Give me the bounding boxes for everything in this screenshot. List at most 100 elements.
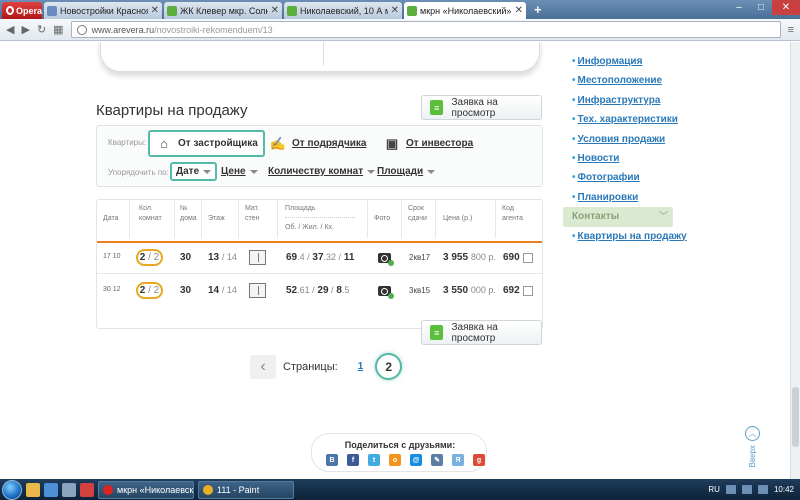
sidebar-item-info[interactable]: • Информация <box>563 52 673 71</box>
header-separator <box>201 200 202 238</box>
bullet-icon: • <box>572 230 576 242</box>
sidebar-item-location[interactable]: • Местоположение <box>563 71 673 90</box>
tab-title: ЖК Клевер мкр. Солнеч… <box>180 5 268 16</box>
sidebar-item-infrastructure[interactable]: • Инфраструктура <box>563 91 673 110</box>
sidebar-item-sale-terms[interactable]: • Условия продажи <box>563 130 673 149</box>
reload-icon[interactable]: ↻ <box>37 23 46 36</box>
sort-by-area[interactable]: Площади <box>377 162 436 181</box>
header-separator <box>238 200 239 238</box>
tab-title: Новостройки Красноярс… <box>60 5 148 16</box>
tab-close-icon[interactable]: ✕ <box>271 5 279 16</box>
tray-icon[interactable] <box>725 485 736 494</box>
clock[interactable]: 10:42 <box>774 485 794 494</box>
browser-tab-2[interactable]: ЖК Клевер мкр. Солнеч… ✕ <box>164 2 282 19</box>
taskbar-item-paint[interactable]: 111 - Paint <box>198 480 294 499</box>
floor-value: 14 <box>208 285 220 296</box>
sidebar-item-photos[interactable]: • Фотографии <box>563 168 673 187</box>
tab-close-icon[interactable]: ✕ <box>515 5 523 16</box>
maximize-icon[interactable]: □ <box>750 0 772 15</box>
sort-by-price[interactable]: Цене <box>221 162 258 181</box>
view-request-button-top[interactable]: ≡ Заявка на просмотр <box>421 95 542 120</box>
wall-material-icon[interactable] <box>249 250 266 265</box>
header-material: Мат. стен <box>245 205 260 222</box>
apartments-table: Дата Кол. комнат № дома Этаж Мат. стен П… <box>96 199 543 329</box>
source-developer-button[interactable]: ⌂ От застройщика <box>148 130 265 157</box>
vk-icon[interactable]: В <box>326 454 338 466</box>
sidebar-item-label: Планировки <box>577 191 639 203</box>
speed-dial-icon[interactable]: ▦ <box>53 23 63 36</box>
sidebar-item-specs[interactable]: • Тех. характеристики <box>563 110 678 129</box>
yandex-icon[interactable]: Я <box>452 454 464 466</box>
sort-by-rooms[interactable]: Количеству комнат <box>268 162 376 181</box>
language-indicator[interactable]: RU <box>708 485 720 494</box>
area-live: 29 <box>317 285 329 296</box>
new-tab-button[interactable]: + <box>528 2 548 19</box>
page-1-link[interactable]: 1 <box>358 361 364 372</box>
explorer-quicklaunch-icon[interactable] <box>26 482 40 497</box>
address-bar: ◀ ▶ ↻ ▦ www.arevera.ru/novostroiki-rekom… <box>0 19 800 41</box>
rooms-badge: 2 / 2 <box>136 282 163 299</box>
volume-icon[interactable] <box>757 485 768 494</box>
sidebar-item-layouts[interactable]: • Планировки <box>563 188 673 207</box>
sort-by-date[interactable]: Дате <box>170 162 218 181</box>
page-scrollbar[interactable] <box>790 42 800 479</box>
menu-icon[interactable]: ≡ <box>788 24 794 36</box>
photo-camera-icon[interactable] <box>378 253 394 266</box>
sidebar-item-news[interactable]: • Новости <box>563 149 673 168</box>
view-request-button-bottom[interactable]: ≡ Заявка на просмотр <box>421 320 542 345</box>
start-button[interactable] <box>2 479 22 500</box>
header-separator <box>174 200 175 238</box>
bullet-icon: • <box>572 133 576 145</box>
opera-quicklaunch-icon[interactable] <box>80 482 94 497</box>
tab-close-icon[interactable]: ✕ <box>151 5 159 16</box>
desktop-quicklaunch-icon[interactable] <box>62 482 76 497</box>
floor-value: 13 <box>208 252 220 263</box>
url-input[interactable]: www.arevera.ru/novostroiki-rekomenduem/1… <box>70 21 781 38</box>
tab-close-icon[interactable]: ✕ <box>391 5 399 16</box>
facebook-icon[interactable]: f <box>347 454 359 466</box>
wall-material-icon[interactable] <box>249 283 266 298</box>
chevron-down-icon: ﹀ <box>658 211 668 222</box>
area-total-dec: .61 / <box>297 285 315 295</box>
mailru-icon[interactable]: @ <box>410 454 422 466</box>
scroll-up-label: Вверх <box>748 445 757 468</box>
scrollbar-thumb[interactable] <box>792 387 799 447</box>
scroll-to-top[interactable]: ︿ Вверх <box>745 426 761 467</box>
cell-agent: 692 <box>503 285 520 296</box>
area-divider <box>285 217 355 218</box>
odnoklassniki-icon[interactable]: о <box>389 454 401 466</box>
favicon-icon <box>287 5 297 16</box>
header-price: Цена (р.) <box>443 215 473 222</box>
sort-option-label: Площади <box>377 166 424 177</box>
sidebar-item-apartments[interactable]: • Квартиры на продажу <box>563 227 687 246</box>
browser-tab-4-active[interactable]: мкрн «Николаевский», д… ✕ <box>404 2 526 19</box>
taskbar-item-opera[interactable]: мкрн «Николаевск… <box>98 480 194 499</box>
prev-page-icon[interactable]: ‹ <box>250 354 276 379</box>
browser-tab-3[interactable]: Николаевский, 10 А мкр… ✕ <box>284 2 402 19</box>
livejournal-icon[interactable]: ✎ <box>431 454 443 466</box>
crane-icon: ⌂ <box>160 136 168 151</box>
googleplus-icon[interactable]: g <box>473 454 485 466</box>
window-close-icon[interactable]: ✕ <box>772 0 800 15</box>
cell-house: 30 <box>180 285 192 296</box>
header-separator <box>435 200 436 238</box>
cell-house: 30 <box>180 252 192 263</box>
forward-icon[interactable]: ▶ <box>21 23 29 36</box>
sidebar-item-label: Новости <box>577 152 620 164</box>
network-icon[interactable] <box>741 485 752 494</box>
photo-camera-icon[interactable] <box>378 286 394 299</box>
cell-price: 3 955 800 р. <box>443 252 496 263</box>
ie-quicklaunch-icon[interactable] <box>44 482 58 497</box>
minimize-icon[interactable]: – <box>728 0 750 15</box>
source-label: От застройщика <box>178 138 258 149</box>
browser-tab-1[interactable]: Новостройки Красноярс… ✕ <box>44 2 162 19</box>
area-kitchen-dec: .5 <box>341 285 350 295</box>
row-checkbox[interactable] <box>523 286 533 296</box>
twitter-icon[interactable]: t <box>368 454 380 466</box>
row-checkbox[interactable] <box>523 253 533 263</box>
source-investor-button[interactable]: ▣ От инвестора <box>383 130 473 157</box>
opera-menu-button[interactable]: Opera <box>2 2 42 19</box>
source-contractor-button[interactable]: ✍ От подрядчика <box>269 130 367 157</box>
sidebar-item-contacts[interactable]: Контакты ﹀ <box>563 207 673 227</box>
back-icon[interactable]: ◀ <box>6 23 14 36</box>
